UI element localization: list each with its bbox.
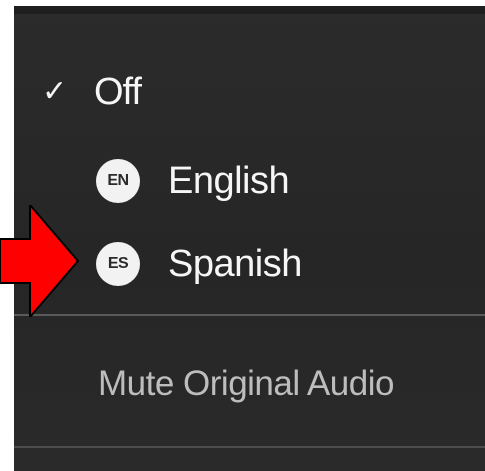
interpretation-menu: ✓ Off EN English ES Spanish Mute Origina…: [14, 6, 485, 471]
menu-top-strip: [14, 6, 485, 14]
menu-divider: [14, 446, 485, 448]
menu-item-spanish[interactable]: ES Spanish: [14, 234, 485, 294]
menu-item-label: Spanish: [168, 242, 302, 285]
mute-original-audio-item[interactable]: Mute Original Audio: [98, 364, 394, 404]
language-badge-icon: EN: [96, 159, 140, 203]
screenshot-frame: ✓ Off EN English ES Spanish Mute Origina…: [0, 0, 485, 471]
menu-divider: [14, 314, 485, 316]
menu-item-label: Off: [94, 70, 142, 113]
checkmark-icon: ✓: [42, 74, 68, 109]
arrow-shape: [0, 205, 80, 317]
menu-item-label: English: [168, 159, 290, 202]
language-badge-icon: ES: [96, 242, 140, 286]
red-arrow-icon: [0, 205, 80, 317]
menu-item-off[interactable]: ✓ Off: [14, 64, 485, 120]
menu-item-english[interactable]: EN English: [14, 151, 485, 211]
